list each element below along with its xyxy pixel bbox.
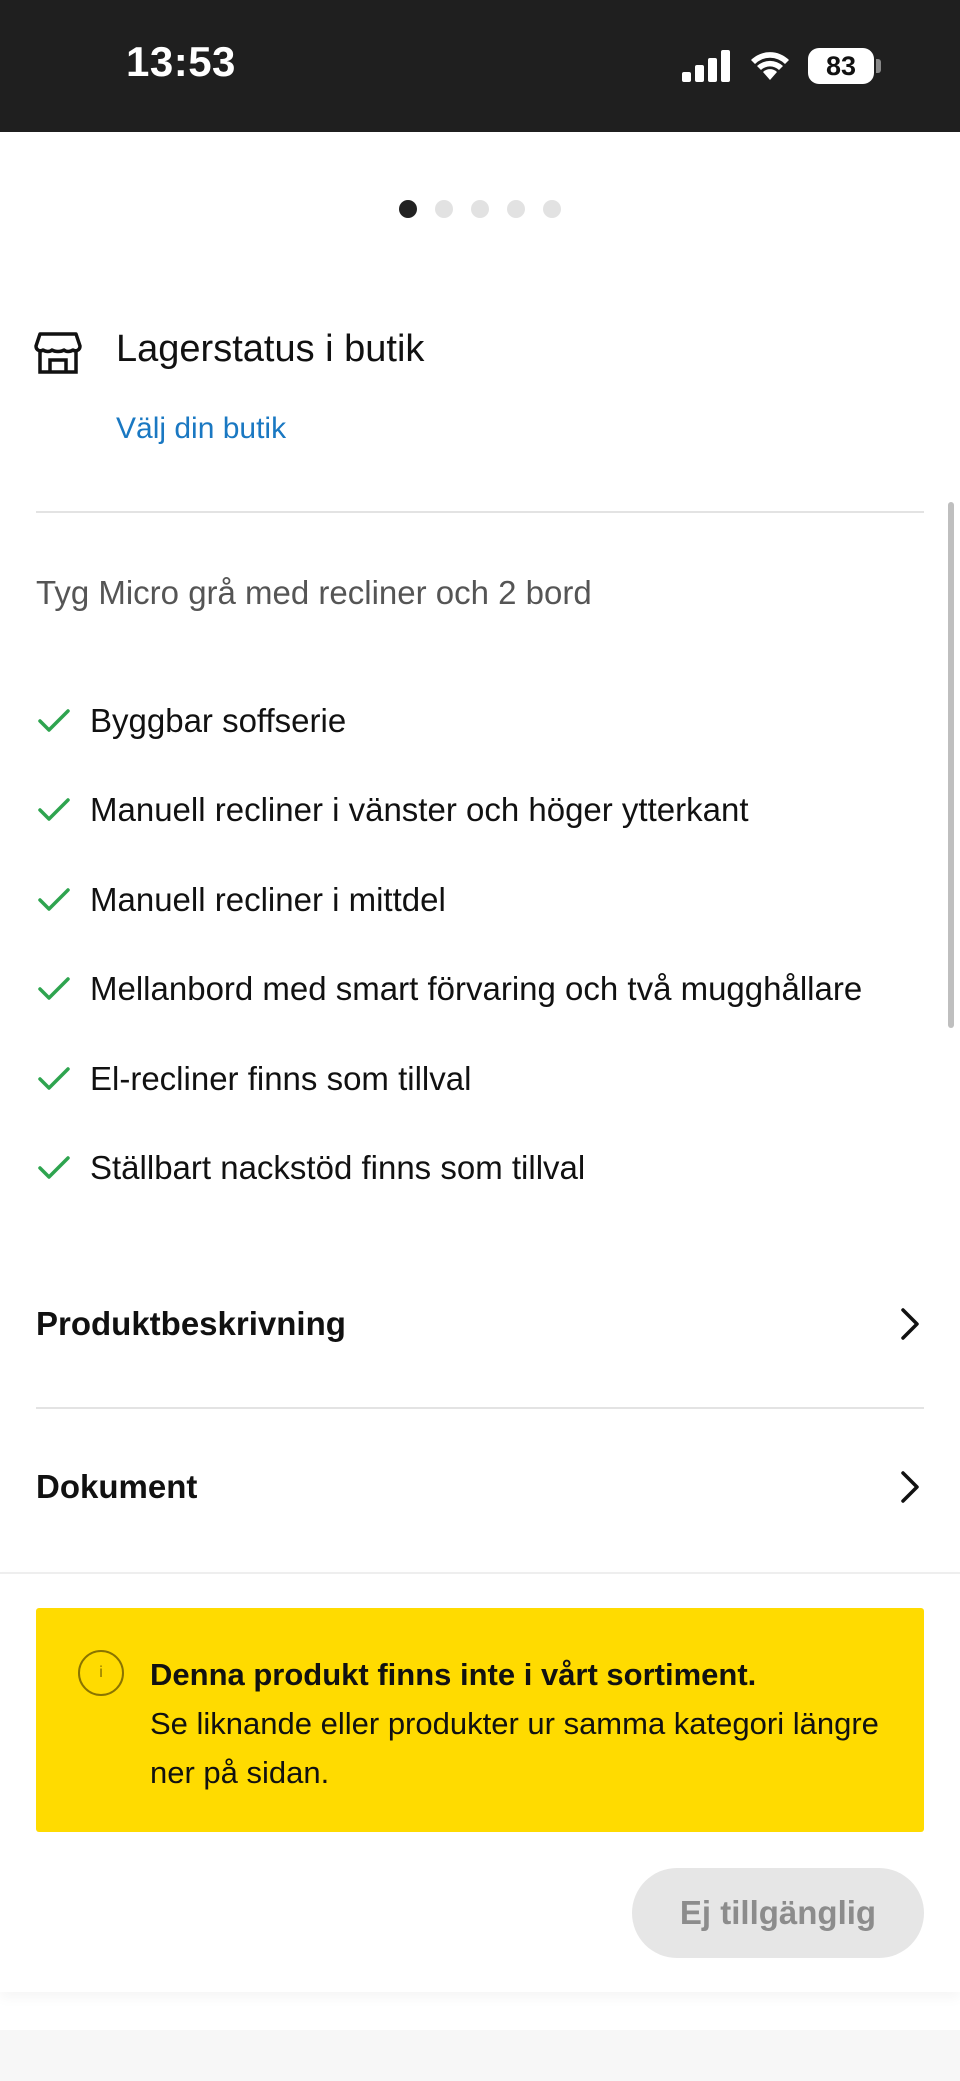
status-icons: 83 xyxy=(682,46,881,86)
documents-label: Dokument xyxy=(36,1468,198,1505)
feature-text: Manuell recliner i mittdel xyxy=(90,880,446,918)
feature-text: Manuell recliner i vänster och höger ytt… xyxy=(90,791,749,829)
check-icon xyxy=(38,1067,70,1090)
status-bar: 13:53 83 xyxy=(0,0,960,132)
feature-item: El-recliner finns som tillval xyxy=(36,1034,862,1124)
product-variant: Tyg Micro grå med recliner och 2 bord xyxy=(36,574,592,611)
feature-item: Manuell recliner i mittdel xyxy=(36,855,862,945)
scrollbar[interactable] xyxy=(948,502,954,1028)
divider xyxy=(36,511,924,513)
divider xyxy=(36,1407,924,1409)
carousel-dot[interactable] xyxy=(471,200,489,218)
notice-text: Denna produkt finns inte i vårt sortimen… xyxy=(150,1650,890,1797)
carousel-pagination[interactable] xyxy=(0,200,960,218)
check-icon xyxy=(38,1156,70,1179)
check-icon xyxy=(38,977,70,1000)
wifi-icon xyxy=(751,52,789,80)
choose-store-link[interactable]: Välj din butik xyxy=(116,412,286,446)
battery-icon: 83 xyxy=(808,48,881,84)
feature-text: El-recliner finns som tillval xyxy=(90,1059,472,1097)
store-icon xyxy=(34,332,82,374)
carousel-dot[interactable] xyxy=(543,200,561,218)
info-icon: i xyxy=(78,1650,124,1696)
feature-item: Mellanbord med smart förvaring och två m… xyxy=(36,945,862,1035)
store-status-row: Lagerstatus i butik xyxy=(34,328,424,376)
feature-item: Ställbart nackstöd finns som tillval xyxy=(36,1124,862,1214)
check-icon xyxy=(38,709,70,732)
feature-text: Ställbart nackstöd finns som tillval xyxy=(90,1149,586,1187)
documents-row[interactable]: Dokument xyxy=(36,1468,924,1506)
store-status-title: Lagerstatus i butik xyxy=(116,328,425,370)
feature-list: Byggbar soffserie Manuell recliner i väns… xyxy=(36,676,862,1213)
carousel-dot[interactable] xyxy=(399,200,417,218)
feature-item: Manuell recliner i vänster och höger ytt… xyxy=(36,766,862,856)
not-available-button[interactable]: Ej tillgänglig xyxy=(632,1868,924,1958)
notice-title: Denna produkt finns inte i vårt sortimen… xyxy=(150,1657,757,1692)
feature-item: Byggbar soffserie xyxy=(36,676,862,766)
battery-level: 83 xyxy=(825,50,857,81)
carousel-dot[interactable] xyxy=(507,200,525,218)
feature-text: Mellanbord med smart förvaring och två m… xyxy=(90,970,863,1008)
signal-icon xyxy=(682,50,730,82)
bottom-strip xyxy=(0,2030,960,2081)
status-time: 13:53 xyxy=(126,38,236,85)
check-icon xyxy=(38,798,70,821)
chevron-right-icon xyxy=(901,1308,919,1340)
availability-notice: i Denna produkt finns inte i vårt sortim… xyxy=(36,1608,924,1832)
feature-text: Byggbar soffserie xyxy=(90,701,347,739)
product-description-label: Produktbeskrivning xyxy=(36,1305,346,1342)
notice-body: Se liknande eller produkter ur samma kat… xyxy=(150,1706,879,1790)
carousel-dot[interactable] xyxy=(435,200,453,218)
chevron-right-icon xyxy=(901,1471,919,1503)
check-icon xyxy=(38,888,70,911)
product-description-row[interactable]: Produktbeskrivning xyxy=(36,1305,924,1343)
